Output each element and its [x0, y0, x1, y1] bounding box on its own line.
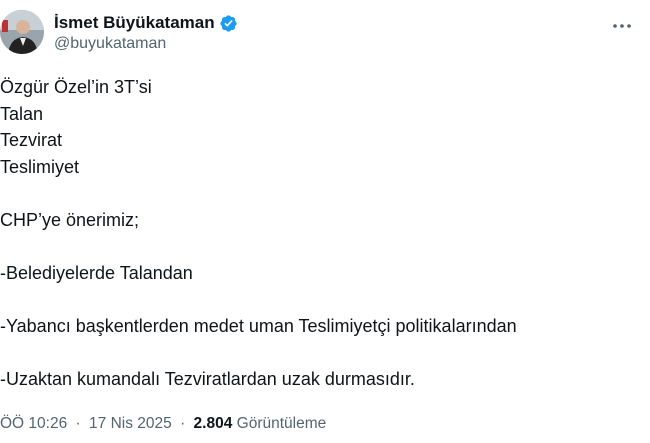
meta-separator: · — [75, 415, 81, 432]
tweet-text-line: -Yabancı başkentlerden medet uman Teslim… — [0, 315, 517, 336]
meta-separator: · — [180, 415, 186, 432]
verified-badge-icon — [219, 14, 238, 33]
author-block: İsmet Büyükataman @buyukataman — [54, 12, 238, 53]
views-label: Görüntüleme — [236, 415, 327, 432]
tweet-text-line — [0, 339, 640, 366]
tweet-date[interactable]: 17 Nis 2025 — [89, 415, 172, 432]
more-horizontal-icon — [612, 16, 632, 34]
author-name-row: İsmet Büyükataman — [54, 12, 238, 34]
tweet-text-line: Tezvirat — [0, 130, 63, 150]
tweet-text-line: Özgür Özel’in 3T’si — [0, 77, 152, 97]
tweet-text-line: Talan — [0, 103, 44, 124]
more-options-button[interactable] — [610, 14, 634, 36]
author-handle[interactable]: @buyukataman — [54, 35, 238, 53]
tweet-text-line: CHP’ye önerimiz; — [0, 209, 140, 230]
tweet-card: İsmet Büyükataman @buyukataman Özgür Öze… — [0, 0, 650, 443]
tweet-text: Özgür Özel’in 3T’si Talan Tezvirat Tesli… — [0, 74, 640, 392]
tweet-text-line — [0, 180, 640, 207]
tweet-text-line: Teslimiyet — [0, 156, 80, 177]
tweet-text-line — [0, 233, 640, 260]
tweet-text-line: -Uzaktan kumandalı Tezviratlardan uzak d… — [0, 368, 415, 389]
avatar[interactable] — [0, 10, 44, 54]
tweet-time[interactable]: ÖÖ 10:26 — [0, 415, 67, 432]
tweet-text-line: -Belediyelerde Talandan — [0, 262, 193, 283]
author-display-name[interactable]: İsmet Büyükataman — [54, 13, 215, 33]
tweet-header: İsmet Büyükataman @buyukataman — [0, 10, 650, 58]
tweet-meta: ÖÖ 10:26 · 17 Nis 2025 · 2.804 Görüntüle… — [0, 415, 326, 433]
views-count: 2.804 — [193, 415, 233, 432]
tweet-text-line — [0, 286, 640, 313]
